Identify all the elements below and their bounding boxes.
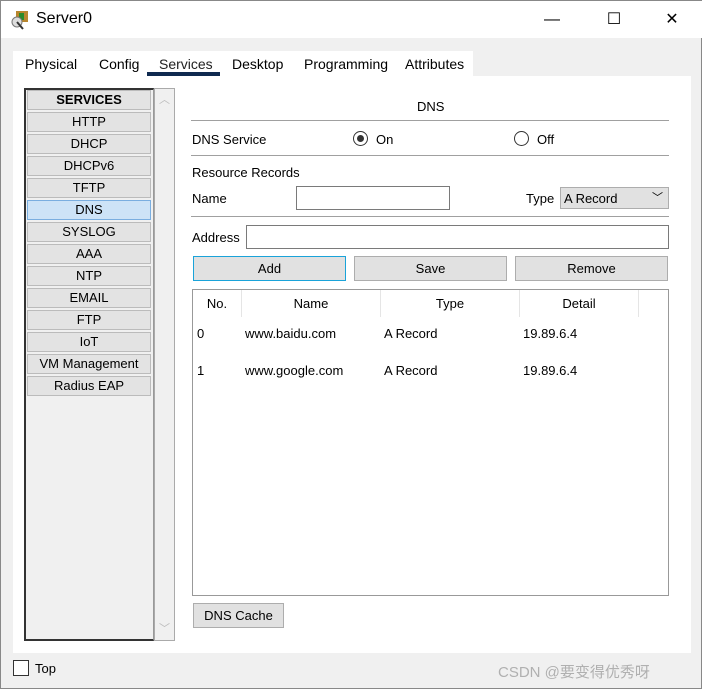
close-button[interactable]: ✕	[649, 5, 695, 35]
address-input[interactable]	[246, 225, 669, 249]
sidebar-item-tftp[interactable]: TFTP	[27, 178, 151, 198]
watermark: CSDN @要变得优秀呀	[498, 664, 650, 681]
table-row[interactable]: 1 www.google.com A Record 19.89.6.4	[193, 363, 668, 381]
window-title: Server0	[36, 10, 93, 27]
cell-detail: 19.89.6.4	[523, 326, 578, 341]
maximize-button[interactable]: ☐	[591, 5, 637, 35]
column-header-no[interactable]: No.	[193, 290, 242, 317]
dns-on-radio[interactable]	[353, 131, 368, 146]
chevron-down-icon: ﹀	[652, 192, 663, 204]
divider	[191, 120, 669, 121]
sidebar-item-ftp[interactable]: FTP	[27, 310, 151, 330]
remove-button[interactable]: Remove	[515, 256, 668, 281]
sidebar-item-aaa[interactable]: AAA	[27, 244, 151, 264]
name-label: Name	[192, 191, 227, 206]
sidebar-item-syslog[interactable]: SYSLOG	[27, 222, 151, 242]
dns-records-table: No. Name Type Detail 0 www.baidu.com A Rec…	[192, 289, 669, 596]
sidebar-item-dns[interactable]: DNS	[27, 200, 151, 220]
top-checkbox[interactable]	[13, 660, 29, 676]
add-button[interactable]: Add	[193, 256, 346, 281]
sidebar-item-dhcpv6[interactable]: DHCPv6	[27, 156, 151, 176]
type-select-value: A Record	[564, 191, 618, 206]
cell-no: 0	[197, 326, 205, 341]
column-header-detail[interactable]: Detail	[520, 290, 639, 317]
resource-records-label: Resource Records	[192, 165, 300, 180]
sidebar-item-vm-management[interactable]: VM Management	[27, 354, 151, 374]
column-header-name[interactable]: Name	[242, 290, 381, 317]
cell-name: www.google.com	[245, 363, 344, 378]
server-app-icon	[11, 10, 31, 30]
cell-type: A Record	[384, 363, 438, 378]
dns-off-radio[interactable]	[514, 131, 529, 146]
dns-on-label: On	[376, 132, 394, 147]
scroll-up-icon[interactable]: ︿	[155, 91, 174, 107]
sidebar-item-radius-eap[interactable]: Radius EAP	[27, 376, 151, 396]
dns-service-label: DNS Service	[192, 132, 267, 147]
sidebar-item-dhcp[interactable]: DHCP	[27, 134, 151, 154]
cell-name: www.baidu.com	[245, 326, 337, 341]
save-button[interactable]: Save	[354, 256, 507, 281]
tab-attributes[interactable]: Attributes	[405, 56, 464, 72]
cell-detail: 19.89.6.4	[523, 363, 578, 378]
tab-config[interactable]: Config	[99, 56, 139, 72]
divider	[191, 155, 669, 156]
scroll-down-icon[interactable]: ﹀	[155, 620, 174, 636]
dns-cache-button[interactable]: DNS Cache	[193, 603, 284, 628]
cell-no: 1	[197, 363, 205, 378]
sidebar-item-ntp[interactable]: NTP	[27, 266, 151, 286]
minimize-button[interactable]: —	[529, 5, 575, 35]
sidebar-header: SERVICES	[27, 90, 151, 110]
tab-physical[interactable]: Physical	[25, 56, 77, 72]
divider	[191, 216, 669, 217]
name-input[interactable]	[296, 186, 450, 210]
tab-programming[interactable]: Programming	[304, 56, 388, 72]
dns-heading: DNS	[417, 99, 445, 114]
table-row[interactable]: 0 www.baidu.com A Record 19.89.6.4	[193, 326, 668, 344]
tab-services[interactable]: Services	[159, 56, 213, 72]
sidebar-item-http[interactable]: HTTP	[27, 112, 151, 132]
address-label: Address	[192, 230, 240, 245]
tab-desktop[interactable]: Desktop	[232, 56, 283, 72]
type-select[interactable]: A Record ﹀	[560, 187, 669, 209]
type-label: Type	[526, 191, 555, 206]
top-label: Top	[35, 661, 56, 676]
sidebar-scrollbar[interactable]: ︿ ﹀	[154, 88, 175, 641]
sidebar-item-email[interactable]: EMAIL	[27, 288, 151, 308]
column-header-type[interactable]: Type	[381, 290, 520, 317]
dns-off-label: Off	[537, 132, 555, 147]
sidebar-item-iot[interactable]: IoT	[27, 332, 151, 352]
cell-type: A Record	[384, 326, 438, 341]
